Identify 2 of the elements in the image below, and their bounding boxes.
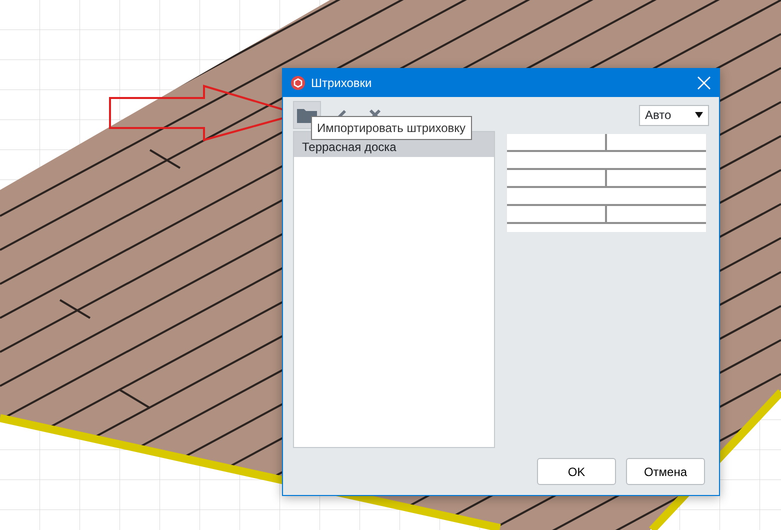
window-title: Штриховки: [311, 75, 372, 92]
tooltip: Импортировать штриховку: [311, 116, 472, 140]
